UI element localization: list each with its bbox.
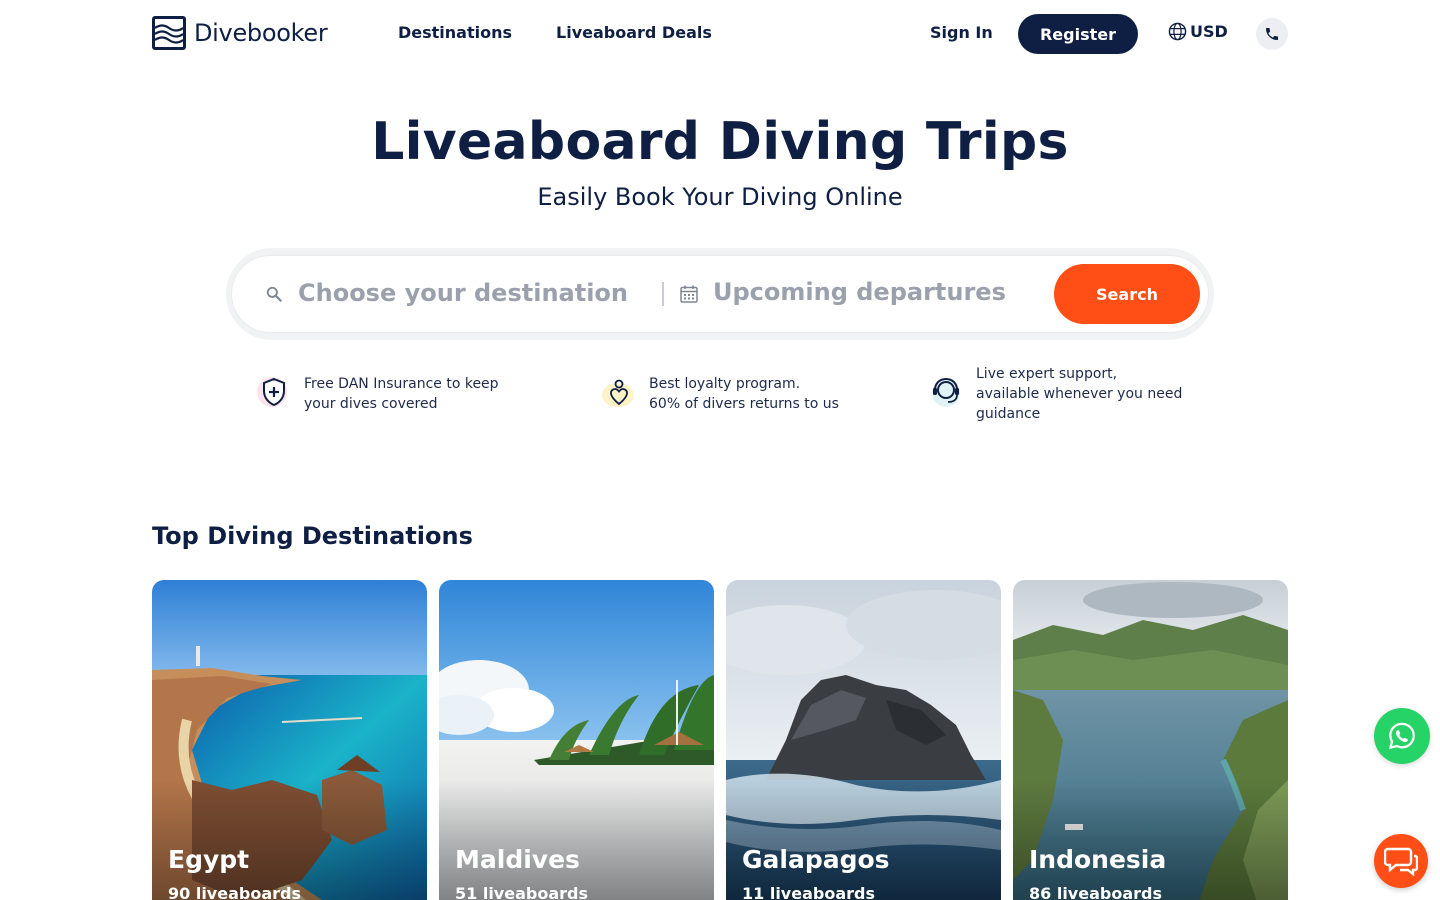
search-button[interactable]: Search — [1054, 264, 1200, 324]
feature-loyalty-line1: Best loyalty program. — [649, 376, 801, 392]
currency-selector[interactable]: USD — [1168, 22, 1228, 41]
chat-button[interactable] — [1374, 834, 1428, 888]
destination-count: 86 liveaboards — [1029, 884, 1162, 900]
destination-count: 51 liveaboards — [455, 884, 588, 900]
search-icon — [266, 286, 282, 302]
chat-icon — [1384, 847, 1418, 876]
logo[interactable]: Divebooker — [152, 16, 328, 50]
whatsapp-icon — [1388, 722, 1415, 750]
nav-destinations[interactable]: Destinations — [398, 23, 512, 42]
destination-card-maldives[interactable]: Maldives 51 liveaboards — [439, 580, 714, 900]
destination-card-egypt[interactable]: Egypt 90 liveaboards — [152, 580, 427, 900]
destination-name: Maldives — [455, 845, 580, 874]
feature-support-line2: available whenever you need — [976, 386, 1183, 402]
destination-input[interactable] — [298, 274, 648, 312]
destination-name: Indonesia — [1029, 845, 1167, 874]
support-headset-icon — [928, 374, 964, 410]
destination-card-indonesia[interactable]: Indonesia 86 liveaboards — [1013, 580, 1288, 900]
site-header: Divebooker Destinations Liveaboard Deals… — [0, 0, 1440, 68]
page-title: Liveaboard Diving Trips — [371, 112, 1069, 172]
section-title-destinations: Top Diving Destinations — [152, 522, 473, 550]
search-divider — [662, 282, 664, 306]
feature-insurance: Free DAN Insurance to keep your dives co… — [256, 374, 556, 414]
destination-count: 90 liveaboards — [168, 884, 301, 900]
waves-logo-icon — [152, 16, 186, 50]
sign-in-link[interactable]: Sign In — [930, 23, 993, 42]
phone-button[interactable] — [1256, 18, 1288, 50]
loyalty-heart-icon — [601, 374, 637, 410]
card-overlay — [1013, 780, 1288, 900]
feature-loyalty: Best loyalty program. 60% of divers retu… — [601, 374, 901, 414]
destination-count: 11 liveaboards — [742, 884, 875, 900]
whatsapp-button[interactable] — [1374, 708, 1430, 764]
nav-liveaboard-deals[interactable]: Liveaboard Deals — [556, 23, 712, 42]
currency-label: USD — [1190, 22, 1228, 41]
card-overlay — [439, 780, 714, 900]
feature-insurance-line1: Free DAN Insurance to keep — [304, 376, 499, 392]
register-button[interactable]: Register — [1018, 14, 1138, 54]
feature-support-line3: guidance — [976, 406, 1041, 422]
phone-icon — [1266, 28, 1278, 40]
globe-icon — [1168, 22, 1187, 41]
destination-card-galapagos[interactable]: Galapagos 11 liveaboards — [726, 580, 1001, 900]
card-overlay — [726, 780, 1001, 900]
card-overlay — [152, 780, 427, 900]
main-nav: Destinations Liveaboard Deals — [398, 23, 712, 42]
page-subtitle: Easily Book Your Diving Online — [537, 183, 903, 211]
feature-support: Live expert support, available whenever … — [928, 364, 1208, 424]
departures-field[interactable]: Upcoming departures — [713, 278, 1006, 306]
calendar-icon — [680, 285, 698, 303]
destination-name: Egypt — [168, 845, 250, 874]
shield-plus-icon — [256, 374, 292, 410]
feature-insurance-line2: your dives covered — [304, 396, 438, 412]
destination-name: Galapagos — [742, 845, 890, 874]
logo-text: Divebooker — [194, 19, 328, 47]
feature-loyalty-line2: 60% of divers returns to us — [649, 396, 839, 412]
feature-support-line1: Live expert support, — [976, 366, 1118, 382]
